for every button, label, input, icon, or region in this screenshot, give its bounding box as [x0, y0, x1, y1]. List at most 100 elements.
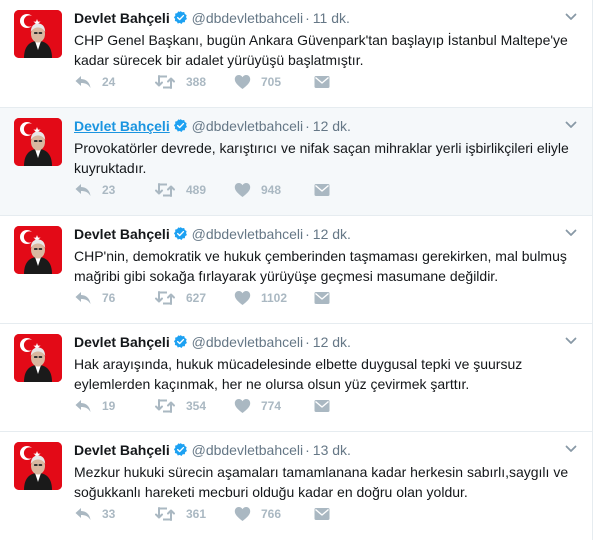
tweet-text: Provokatörler devrede, karıştırıcı ve ni… [74, 140, 569, 176]
retweet-button[interactable]: 354 [154, 398, 234, 414]
tweet[interactable]: Devlet Bahçeli @dbdevletbahceli · 12 dk. P… [0, 108, 592, 216]
like-button[interactable]: 948 [234, 182, 314, 198]
author-handle[interactable]: @dbdevletbahceli [192, 118, 304, 134]
reply-button[interactable]: 23 [74, 182, 154, 198]
verified-badge-icon [173, 118, 188, 138]
reply-icon [74, 74, 102, 90]
like-button[interactable]: 766 [234, 506, 314, 522]
like-button[interactable]: 705 [234, 74, 314, 90]
heart-icon [234, 182, 261, 198]
retweet-icon [154, 182, 186, 198]
like-button[interactable]: 1102 [234, 290, 314, 306]
tweet-header: Devlet Bahçeli @dbdevletbahceli · 11 dk. [74, 8, 580, 28]
tweet[interactable]: Devlet Bahçeli @dbdevletbahceli · 11 dk. C… [0, 0, 592, 108]
tweet-text: CHP Genel Başkanı, bugün Ankara Güvenpar… [74, 32, 568, 68]
direct-message-button[interactable] [314, 291, 394, 305]
chevron-down-icon[interactable] [564, 118, 578, 132]
timestamp[interactable]: 13 dk. [313, 442, 351, 458]
envelope-icon [314, 291, 340, 305]
direct-message-button[interactable] [314, 75, 394, 89]
tweet-text: Mezkur hukuki sürecin aşamaları tamamlan… [74, 464, 569, 500]
avatar[interactable] [14, 226, 62, 274]
tweet-actions: 76 627 1102 [74, 288, 394, 308]
tweet[interactable]: Devlet Bahçeli @dbdevletbahceli · 12 dk. C… [0, 216, 592, 324]
verified-badge-icon [173, 334, 188, 354]
reply-icon [74, 182, 102, 198]
tweet[interactable]: Devlet Bahçeli @dbdevletbahceli · 13 dk. M… [0, 432, 592, 540]
reply-button[interactable]: 19 [74, 398, 154, 414]
tweet-actions: 24 388 705 [74, 72, 394, 92]
dot-separator: · [305, 334, 310, 350]
avatar[interactable] [14, 442, 62, 490]
chevron-down-icon[interactable] [564, 10, 578, 24]
avatar[interactable] [14, 118, 62, 166]
direct-message-button[interactable] [314, 183, 394, 197]
timestamp[interactable]: 12 dk. [313, 226, 351, 242]
envelope-icon [314, 75, 340, 89]
chevron-down-icon[interactable] [564, 442, 578, 456]
tweet-actions: 19 354 774 [74, 396, 394, 416]
retweet-button[interactable]: 388 [154, 74, 234, 90]
reply-button[interactable]: 76 [74, 290, 154, 306]
author-handle[interactable]: @dbdevletbahceli [192, 442, 304, 458]
avatar[interactable] [14, 334, 62, 382]
timestamp[interactable]: 12 dk. [313, 118, 351, 134]
author-name[interactable]: Devlet Bahçeli [74, 10, 170, 26]
tweet-text: CHP'nin, demokratik ve hukuk çemberinden… [74, 248, 567, 284]
author-name[interactable]: Devlet Bahçeli [74, 334, 170, 350]
heart-icon [234, 290, 261, 306]
reply-count: 76 [102, 291, 116, 305]
tweet[interactable]: Devlet Bahçeli @dbdevletbahceli · 12 dk. H… [0, 324, 592, 432]
retweet-count: 489 [186, 183, 207, 197]
retweet-count: 354 [186, 399, 207, 413]
chevron-down-icon[interactable] [564, 226, 578, 240]
like-count: 766 [261, 507, 282, 521]
dot-separator: · [305, 226, 310, 242]
dot-separator: · [305, 442, 310, 458]
heart-icon [234, 398, 261, 414]
verified-badge-icon [173, 226, 188, 246]
retweet-icon [154, 74, 186, 90]
reply-count: 23 [102, 183, 116, 197]
like-count: 1102 [261, 291, 288, 305]
author-name[interactable]: Devlet Bahçeli [74, 226, 170, 242]
chevron-down-icon[interactable] [564, 334, 578, 348]
heart-icon [234, 506, 261, 522]
verified-badge-icon [173, 10, 188, 30]
author-name[interactable]: Devlet Bahçeli [74, 118, 170, 134]
author-handle[interactable]: @dbdevletbahceli [192, 226, 304, 242]
timeline: Devlet Bahçeli @dbdevletbahceli · 11 dk. C… [0, 0, 593, 540]
retweet-button[interactable]: 489 [154, 182, 234, 198]
author-name[interactable]: Devlet Bahçeli [74, 442, 170, 458]
dot-separator: · [305, 10, 310, 26]
reply-icon [74, 398, 102, 414]
envelope-icon [314, 183, 340, 197]
tweet-actions: 33 361 766 [74, 504, 394, 524]
direct-message-button[interactable] [314, 507, 394, 521]
timestamp[interactable]: 11 dk. [313, 10, 350, 26]
tweet-header: Devlet Bahçeli @dbdevletbahceli · 12 dk. [74, 116, 580, 136]
reply-button[interactable]: 33 [74, 506, 154, 522]
author-handle[interactable]: @dbdevletbahceli [192, 10, 304, 26]
like-count: 705 [261, 75, 282, 89]
like-count: 774 [261, 399, 282, 413]
retweet-button[interactable]: 627 [154, 290, 234, 306]
reply-button[interactable]: 24 [74, 74, 154, 90]
like-button[interactable]: 774 [234, 398, 314, 414]
tweet-header: Devlet Bahçeli @dbdevletbahceli · 13 dk. [74, 440, 580, 460]
retweet-icon [154, 506, 186, 522]
tweet-header: Devlet Bahçeli @dbdevletbahceli · 12 dk. [74, 332, 580, 352]
retweet-count: 361 [186, 507, 207, 521]
author-handle[interactable]: @dbdevletbahceli [192, 334, 304, 350]
direct-message-button[interactable] [314, 399, 394, 413]
timestamp[interactable]: 12 dk. [313, 334, 351, 350]
reply-icon [74, 290, 102, 306]
retweet-button[interactable]: 361 [154, 506, 234, 522]
dot-separator: · [305, 118, 310, 134]
retweet-icon [154, 398, 186, 414]
like-count: 948 [261, 183, 282, 197]
avatar[interactable] [14, 10, 62, 58]
heart-icon [234, 74, 261, 90]
retweet-count: 627 [186, 291, 207, 305]
retweet-icon [154, 290, 186, 306]
